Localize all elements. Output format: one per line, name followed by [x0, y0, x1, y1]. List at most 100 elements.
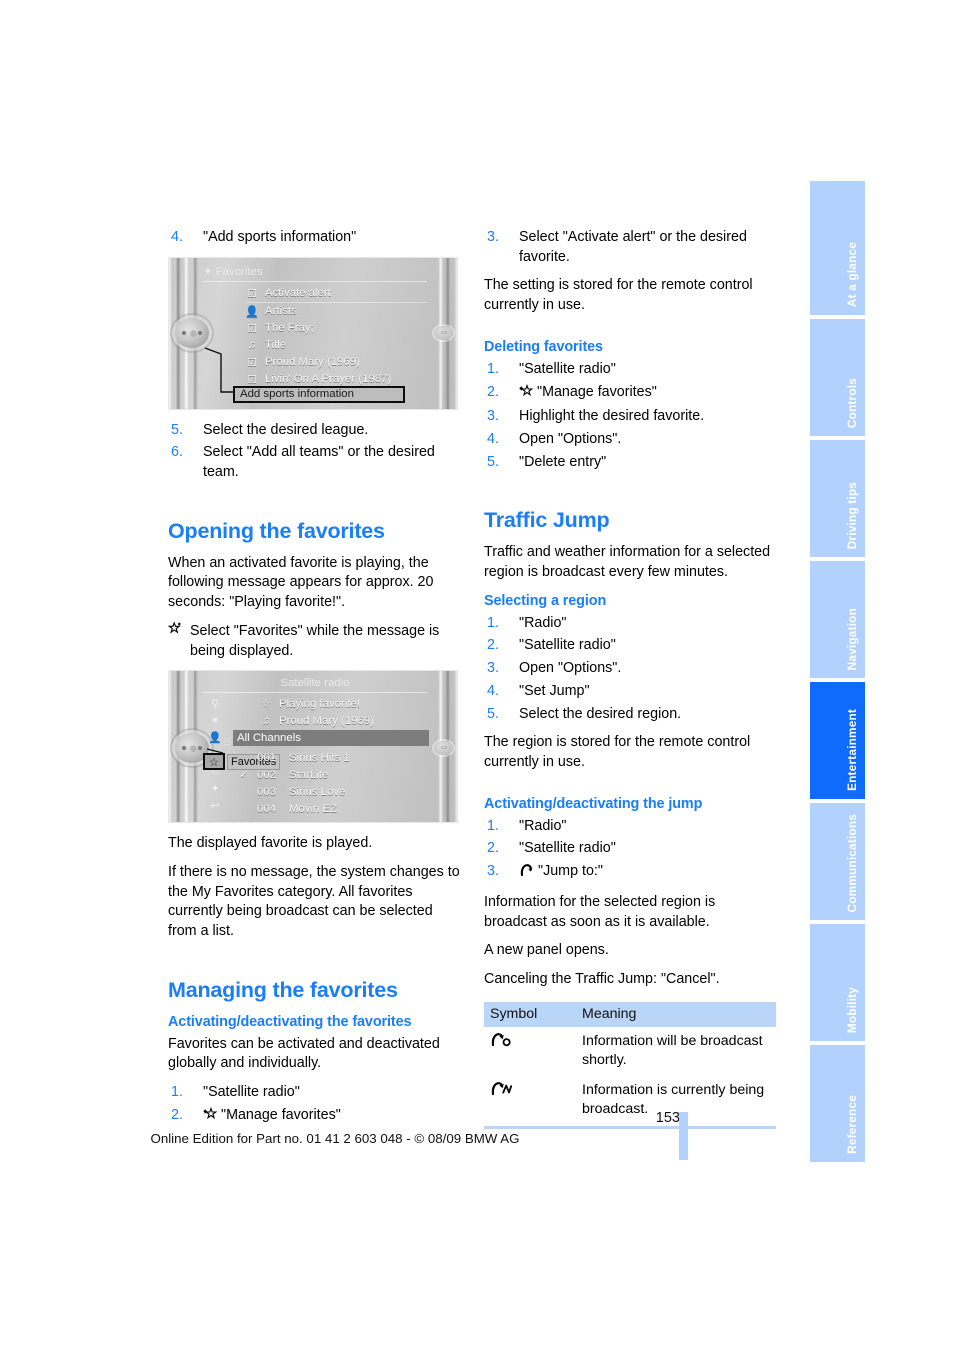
channel-name: Sirius Love	[289, 785, 346, 798]
jump-icon	[519, 863, 535, 884]
step-number: 2.	[487, 840, 499, 857]
selected-menu-item[interactable]: Add sports information	[233, 385, 405, 403]
step-number: 1.	[487, 360, 499, 377]
sidebar-item-entertainment[interactable]: Entertainment	[810, 682, 865, 799]
step-text: "Satellite radio"	[519, 360, 616, 377]
heading-opening-the-favorites: Opening the favorites	[168, 518, 385, 543]
step-number: 2.	[487, 637, 499, 654]
sidebar-item-navigation[interactable]: Navigation	[810, 561, 865, 678]
sidebar-item-communications[interactable]: Communications	[810, 803, 865, 920]
figure-satellite-radio-display: ▭ Satellite radio ⚲ ⚭ 👤 ◐ ☆ ✦ ↩	[168, 670, 458, 824]
step-number: 1.	[171, 1084, 183, 1101]
list-item: 5. Select the desired league.	[168, 421, 462, 441]
step-text: "Manage favorites"	[221, 1106, 341, 1123]
tab-label: Reference	[845, 1095, 859, 1154]
list-item: 1. "Radio"	[484, 817, 778, 837]
row-label: Playing favorite!	[279, 697, 361, 710]
table-row[interactable]: ✓ 002 StarLite	[237, 766, 433, 783]
list-item: 1. "Satellite radio"	[484, 360, 778, 380]
artist-icon[interactable]: 👤	[206, 731, 224, 745]
step-text: "Satellite radio"	[519, 637, 616, 654]
star-add-icon	[519, 383, 534, 405]
list-item: 4. Open "Options".	[484, 430, 778, 450]
paragraph-traffic: Traffic and weather information for a se…	[484, 544, 771, 580]
display-title-bar: Satellite radio	[203, 675, 427, 694]
sidebar-item-driving-tips[interactable]: Driving tips	[810, 440, 865, 557]
heading-traffic-jump: Traffic Jump	[484, 508, 610, 533]
favorites-icon: ✦	[203, 265, 213, 278]
caption-no-message: If there is no message, the system chang…	[168, 863, 460, 940]
checkbox-checked-icon: ☑	[247, 287, 257, 300]
table-row[interactable]: 001 Sirius Hits 1	[237, 749, 433, 766]
step-number: 5.	[487, 705, 499, 722]
channel-name: Movin EZ	[289, 802, 338, 815]
step-text: "Satellite radio"	[519, 840, 616, 857]
step-number: 5.	[171, 421, 183, 438]
left-column: 4. "Add sports information" ▭ ✦ Favorite…	[167, 228, 462, 1137]
now-playing-block: ☆ Playing favorite! ♫ Proud Mary (1969)	[259, 695, 427, 729]
right-column: 3. Select "Activate alert" or the desire…	[484, 228, 778, 1129]
column-header-meaning: Meaning	[576, 1001, 776, 1027]
section-header-all-channels: All Channels	[233, 730, 429, 747]
step-list-add-sports: 4. "Add sports information"	[168, 228, 462, 248]
sidebar-item-controls[interactable]: Controls	[810, 319, 865, 436]
step-list-managing: 1. "Satellite radio" 2. "Manage favorite…	[168, 1083, 462, 1127]
music-note-icon: ♫	[261, 714, 271, 727]
list-item: ☑ The Fray;	[245, 320, 427, 337]
step-text: Open "Options".	[519, 660, 622, 677]
star-add-icon[interactable]: ✦	[206, 782, 224, 796]
page-number-bar	[679, 1112, 688, 1160]
sidebar-item-reference[interactable]: Reference	[810, 1045, 865, 1162]
sidebar-item-mobility[interactable]: Mobility	[810, 924, 865, 1041]
checkbox-checked-icon: ☑	[247, 356, 257, 369]
caption-displayed-favorite: The displayed favorite is played.	[168, 835, 373, 852]
section-tab-strip: At a glance Controls Driving tips Naviga…	[810, 181, 865, 1166]
list-item: 2. "Manage favorites"	[168, 1106, 462, 1128]
list-item: ♫ Proud Mary (1969)	[259, 712, 427, 729]
list-item: 5. Select the desired region.	[484, 705, 778, 725]
star-favorite-icon	[167, 620, 183, 643]
subheading-selecting-a-region: Selecting a region	[484, 592, 607, 609]
list-item: 3. "Jump to:"	[484, 862, 778, 884]
step-number: 3.	[487, 408, 499, 425]
category-icon[interactable]: ⚭	[206, 714, 224, 728]
channel-name: Sirius Hits 1	[289, 751, 350, 764]
step-text: "Radio"	[519, 614, 567, 631]
list-item: ☑ Activate alert	[245, 285, 427, 303]
footer-imprint: Online Edition for Part no. 01 41 2 603 …	[150, 1131, 520, 1146]
step-number: 2.	[487, 383, 499, 400]
list-item: 3. Highlight the desired favorite.	[484, 407, 778, 427]
selected-favorites-icon[interactable]: ☆	[203, 753, 225, 771]
sidebar-item-at-a-glance[interactable]: At a glance	[810, 181, 865, 315]
list-item: ☑ Proud Mary (1969)	[245, 354, 427, 371]
table-row[interactable]: 003 Sirius Love	[237, 783, 433, 800]
row-label: Proud Mary (1969)	[265, 356, 360, 369]
page-number: 153	[655, 1110, 680, 1126]
display-screen: ✦ Favorites ☑ Activate alert 👤 Artists ☑…	[203, 262, 427, 405]
symbol-meaning: Information will be broadcast shortly.	[582, 1032, 763, 1068]
favorites-badge-icon: ☰	[223, 737, 232, 748]
paragraph-region-stored: The region is stored for the remote cont…	[484, 734, 751, 771]
step-list-league-team: 5. Select the desired league. 6. Select …	[168, 421, 462, 483]
channel-name: StarLite	[289, 768, 329, 781]
subheading-activating-deactivating-favorites: Activating/deactivating the favorites	[168, 1013, 412, 1030]
paragraph-opening: When an activated favorite is playing, t…	[168, 554, 434, 611]
table-row: Information will be broadcast shortly.	[484, 1027, 776, 1076]
jump-active-icon	[484, 1076, 576, 1129]
figure-favorites-display: ▭ ✦ Favorites ☑ Activate alert 👤 Artists…	[168, 256, 458, 410]
tab-label: Navigation	[845, 607, 859, 670]
tab-label: At a glance	[845, 241, 859, 307]
step-text: Highlight the desired favorite.	[519, 408, 705, 425]
table-row[interactable]: 004 Movin EZ	[237, 800, 433, 817]
search-icon[interactable]: ⚲	[206, 697, 224, 711]
step-number: 3.	[487, 229, 499, 245]
tab-label: Driving tips	[845, 481, 859, 549]
step-text: "Radio"	[519, 817, 567, 834]
list-item: 1. "Radio"	[484, 614, 778, 634]
list-item: ☆ Playing favorite!	[259, 695, 427, 712]
jump-icon[interactable]: ↩	[206, 799, 224, 813]
step-text: Select the desired region.	[519, 705, 682, 722]
step-text: Open "Options".	[519, 431, 622, 448]
step-number: 4.	[487, 431, 499, 448]
subheading-deleting-favorites: Deleting favorites	[484, 338, 603, 355]
